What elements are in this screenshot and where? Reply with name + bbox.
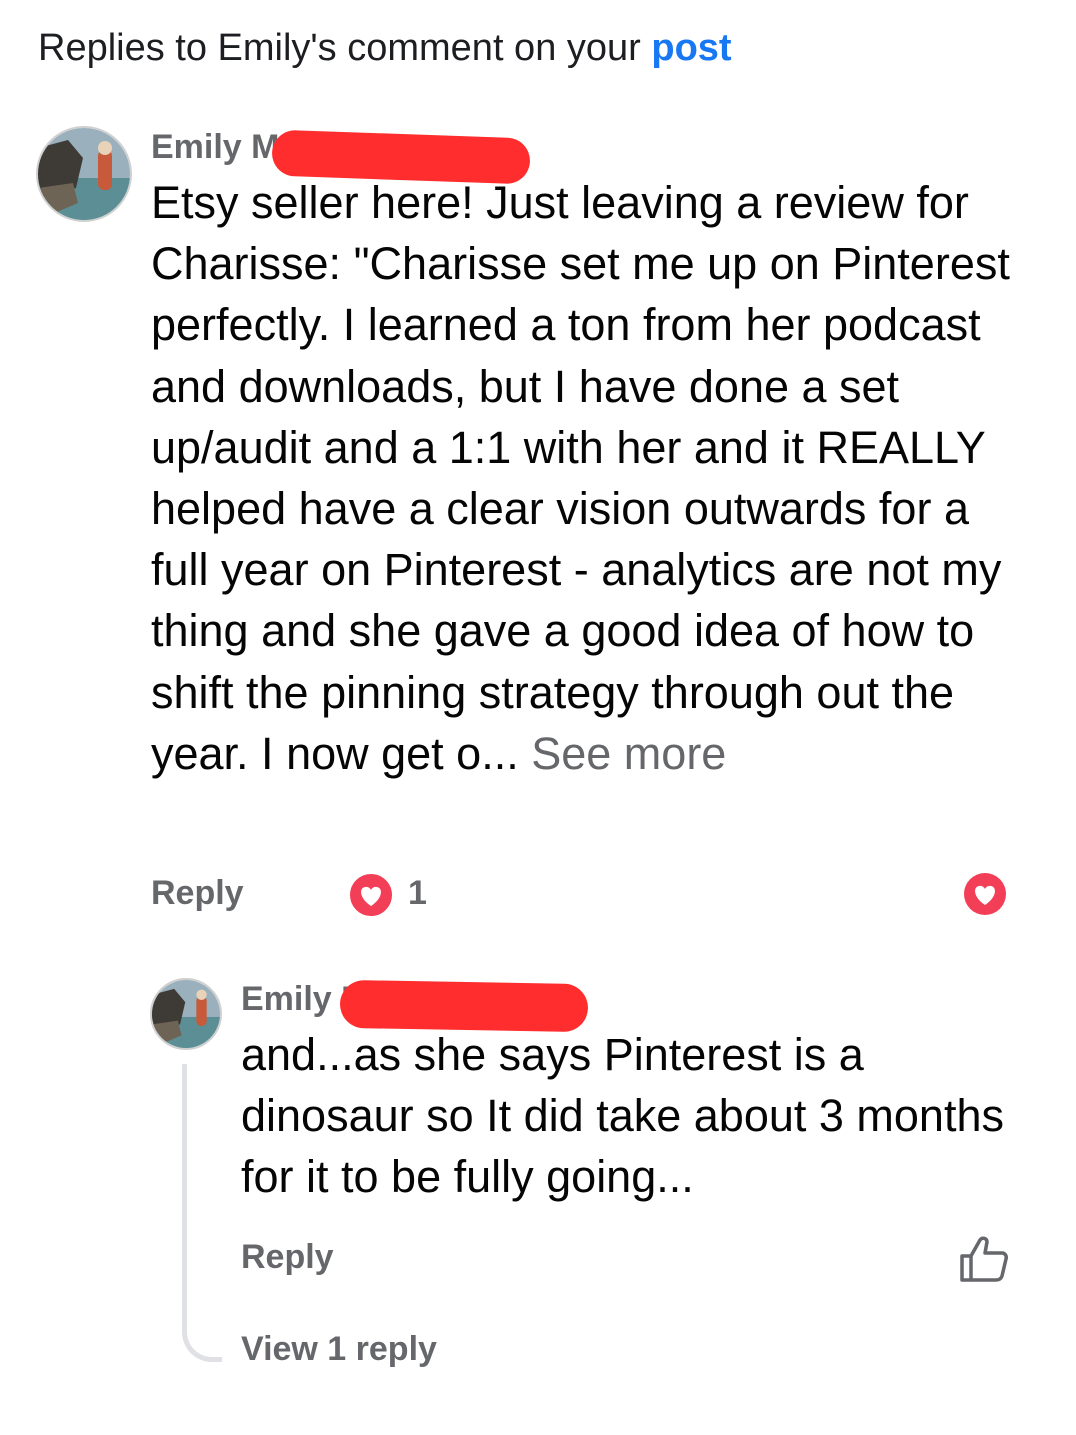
reaction-count[interactable]: 1 xyxy=(408,874,427,913)
reply-button[interactable]: Reply xyxy=(241,1238,334,1277)
post-link[interactable]: post xyxy=(651,27,731,69)
see-more-link[interactable]: See more xyxy=(531,728,726,779)
avatar-photo-icon xyxy=(38,128,130,220)
comment-body: Etsy seller here! Just leaving a review … xyxy=(151,172,1021,784)
avatar-photo-icon xyxy=(152,980,220,1048)
view-replies-link[interactable]: View 1 reply xyxy=(241,1330,437,1369)
commenter-avatar[interactable] xyxy=(36,126,132,222)
thumbs-up-icon[interactable] xyxy=(958,1234,1010,1284)
reply-button[interactable]: Reply xyxy=(151,874,244,913)
love-react-button-icon[interactable] xyxy=(962,871,1008,917)
header-prefix: Replies to Emily's comment on your xyxy=(38,27,652,69)
comment-text: Etsy seller here! Just leaving a review … xyxy=(151,177,1010,779)
reply-body: and...as she says Pinterest is a dinosau… xyxy=(241,1029,1004,1203)
page-header: Replies to Emily's comment on your post xyxy=(38,24,732,72)
reply-author-avatar[interactable] xyxy=(150,978,222,1050)
love-reaction-icon[interactable] xyxy=(347,871,395,919)
thread-connector-line xyxy=(182,1064,222,1362)
